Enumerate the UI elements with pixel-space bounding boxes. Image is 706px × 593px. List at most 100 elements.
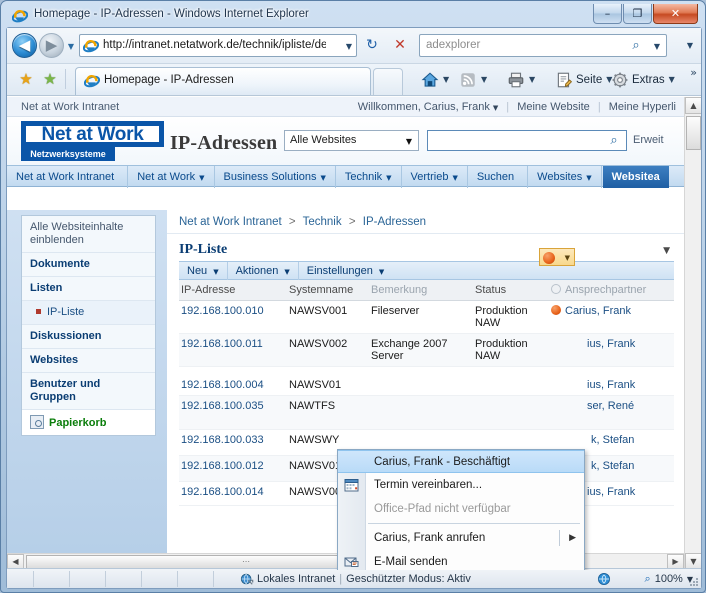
welcome-menu[interactable]: Willkommen, Carius, Frank [358,101,490,113]
browser-search-box[interactable]: adexplorer ⌕ ▼ [419,34,667,57]
toolbar-overflow-icon[interactable]: » [690,66,697,79]
sidebar-item-papierkorb[interactable]: Papierkorb [22,410,155,435]
feeds-caret-icon[interactable]: ▼ [481,75,487,84]
address-bar[interactable]: http://intranet.netatwork.de/technik/ipl… [79,34,357,57]
ctx-item-email-senden[interactable]: E-Mail senden [338,550,584,570]
my-links-link[interactable]: Meine Hyperli [609,101,676,113]
breadcrumb-item-0[interactable]: Net at Work Intranet [179,216,282,228]
submenu-arrow-icon[interactable]: ▶ [569,526,576,550]
breadcrumb-item-1[interactable]: Technik [303,216,342,228]
ctx-item-status[interactable]: Carius, Frank - Beschäftigt [338,450,584,473]
feeds-button[interactable]: ▼ [459,69,487,90]
zoom-control[interactable]: ⌕ 100% ▼ [645,572,693,586]
address-dropdown-icon[interactable]: ▼ [346,42,352,51]
column-header-status[interactable]: Status [473,280,549,301]
browser-client: ◀ ▶ ▼ http://intranet.netatwork.de/techn… [6,27,702,589]
tools-caret-icon[interactable]: ▼ [669,75,675,84]
resize-grip[interactable] [688,576,700,588]
nav-tab-6[interactable]: Websites ▼ [528,166,602,188]
welcome-caret-icon[interactable]: ▼ [493,104,498,112]
scroll-up-button[interactable]: ▲ [685,97,701,114]
nav-tab-4[interactable]: Vertrieb ▼ [402,166,468,188]
table-row[interactable]: 192.168.100.035 NAWTFS ser, René [179,395,674,430]
home-caret-icon[interactable]: ▼ [443,75,449,84]
advanced-search-link[interactable]: Erweit [633,134,664,146]
nav-tab-2[interactable]: Business Solutions ▼ [215,166,336,188]
sidebar-item-dokumente[interactable]: Dokumente [22,253,155,277]
sidebar-item-websites[interactable]: Websites [22,349,155,373]
refresh-button[interactable]: ↻ [359,34,385,57]
nav-tab-1[interactable]: Net at Work ▼ [128,166,215,188]
search-provider-dropdown-icon[interactable]: ▼ [654,42,660,51]
column-header-ansprechpartner[interactable]: Ansprechpartner [549,280,674,301]
sidebar-item-listen[interactable]: Listen [22,277,155,301]
column-header-system[interactable]: Systemname [287,280,369,301]
page-menu-button[interactable]: Seite ▼ [555,69,612,90]
browser-search-input[interactable]: adexplorer [426,39,480,51]
cell-ip: 192.168.100.012 [179,455,287,482]
protected-mode-icon [597,572,611,586]
stop-button[interactable]: ✕ [387,34,413,57]
toolbar-neu-button[interactable]: Neu ▼ [179,262,228,281]
sidebar-item-diskussionen[interactable]: Diskussionen [22,325,155,349]
sidebar-item-all-content[interactable]: Alle Websiteinhalte einblenden [22,216,155,253]
ctx-item-termin-vereinbaren[interactable]: Termin vereinbaren... [338,473,584,497]
favorites-center-icon[interactable]: ★ [17,70,35,88]
browser-tab-active[interactable]: Homepage - IP-Adressen [75,67,371,95]
cell-ip: 192.168.100.004 [179,366,287,396]
cell-person[interactable]: Carius, Frank [549,300,674,334]
site-search-input[interactable]: ⌕ [427,130,627,151]
chevron-down-icon[interactable]: ▼ [406,137,412,146]
cell-status [473,395,549,430]
chevron-down-icon[interactable]: ▼ [565,254,570,262]
nav-tab-5[interactable]: Suchen [468,166,529,188]
search-icon[interactable]: ⌕ [628,38,644,54]
presence-menu-button[interactable]: ▼ [539,248,575,266]
site-branding-bar: Net at Work Netzwerksysteme IP-Adressen … [7,117,684,165]
global-separator-1: | [506,101,510,113]
home-button[interactable]: ▼ [421,69,449,90]
site-logo[interactable]: Net at Work Netzwerksysteme [21,121,164,161]
status-zone-text: Lokales Intranet | Geschützter Modus: Akti… [257,573,471,585]
webpart-menu-icon[interactable]: ▼ [663,246,670,256]
vertical-scrollbar[interactable]: ▲ ▼ [684,97,701,570]
print-button[interactable]: ▼ [507,69,535,90]
new-tab-button[interactable] [373,68,403,95]
nav-tab-7[interactable]: Websitea [602,166,669,188]
column-header-ip[interactable]: IP-Adresse [179,280,287,301]
presence-busy-icon[interactable] [551,305,561,315]
table-row[interactable]: 192.168.100.011 NAWSV002 Exchange 2007 S… [179,333,674,367]
tools-menu-button[interactable]: Extras ▼ [611,69,675,90]
print-caret-icon[interactable]: ▼ [529,75,535,84]
cell-person[interactable]: ius, Frank [549,333,674,367]
history-dropdown-button[interactable]: ▼ [66,42,76,51]
sidebar-item-benutzer-und-gruppen[interactable]: Benutzer und Gruppen [22,373,155,410]
vertical-scroll-thumb[interactable] [686,116,701,150]
my-site-link[interactable]: Meine Website [517,101,590,113]
column-header-bemerkung[interactable]: Bemerkung [369,280,473,301]
maximize-button[interactable]: ❐ [623,4,652,24]
minimize-button[interactable]: – [593,4,622,24]
table-row[interactable]: 192.168.100.004 NAWSV01 ius, Frank [179,366,674,396]
forward-button[interactable]: ▶ [39,33,64,58]
nav-tab-3[interactable]: Technik ▼ [336,166,402,188]
breadcrumb-item-2[interactable]: IP-Adressen [363,216,426,228]
search-scope-select[interactable]: Alle Websites ▼ [284,130,419,151]
table-row[interactable]: 192.168.100.010 NAWSV001 Fileserver Prod… [179,300,674,334]
search-options-caret-icon[interactable]: ▼ [687,41,693,50]
site-search-icon[interactable]: ⌕ [604,132,624,149]
ctx-item-anrufen[interactable]: Carius, Frank anrufen ▶ [338,526,584,550]
close-button[interactable]: ✕ [653,4,698,24]
back-button[interactable]: ◀ [12,33,37,58]
cell-person[interactable]: ius, Frank [549,366,674,396]
add-to-favorites-icon[interactable]: ★ [41,70,59,88]
quick-launch-sidebar: Alle Websiteinhalte einblenden Dokumente… [21,215,156,436]
cell-person[interactable]: ser, René [549,395,674,430]
presence-column-icon [551,284,561,294]
window-controls: – ❐ ✕ [592,4,698,24]
nav-tab-0[interactable]: Net at Work Intranet [7,166,129,188]
sidebar-item-ip-liste[interactable]: IP-Liste [22,301,155,325]
cell-person-label: k, Stefan [591,460,635,472]
toolbar-aktionen-button[interactable]: Aktionen ▼ [228,262,299,281]
toolbar-einstellungen-button[interactable]: Einstellungen ▼ [299,262,392,281]
